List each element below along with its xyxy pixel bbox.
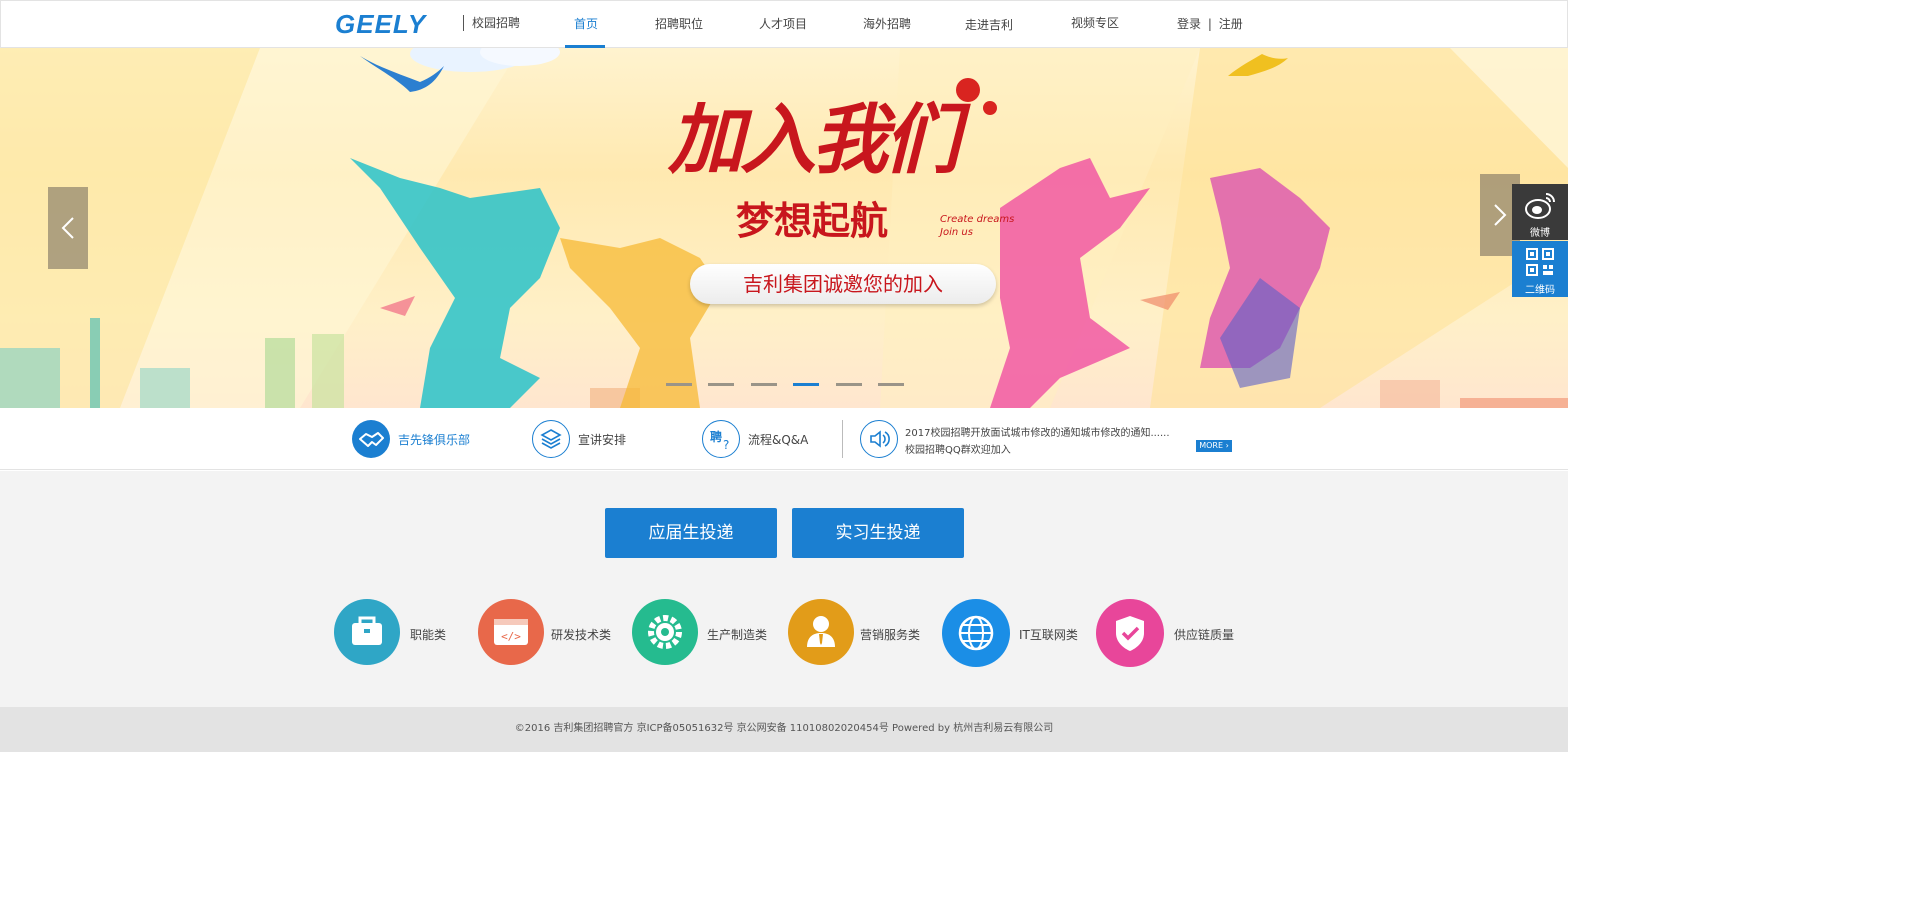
briefcase-icon: [334, 599, 400, 665]
slide-dot-active[interactable]: [793, 383, 819, 386]
register-link[interactable]: 注册: [1219, 17, 1243, 31]
hero-banner[interactable]: 加入我们 梦想起航 Create dreams Join us 吉利集团诚邀您的…: [0, 48, 1568, 408]
category-label: IT互联网类: [1019, 628, 1078, 642]
chevron-right-icon: [1494, 204, 1507, 226]
login-link[interactable]: 登录: [1177, 17, 1201, 31]
code-window-icon: </>: [478, 599, 544, 665]
weibo-label: 微博: [1530, 228, 1550, 239]
nav-about[interactable]: 走进吉利: [965, 16, 1013, 33]
handshake-icon: [352, 420, 390, 458]
category-label: 营销服务类: [860, 628, 921, 642]
slide-dot[interactable]: [836, 383, 862, 386]
banner-headline: 加入我们: [668, 95, 960, 184]
layers-icon: [532, 420, 570, 458]
logo-separator: [463, 15, 464, 31]
notice-item[interactable]: 校园招聘QQ群欢迎加入: [905, 441, 1011, 456]
category-label: 生产制造类: [707, 628, 768, 642]
slide-dot[interactable]: [708, 383, 734, 386]
qrcode-label: 二维码: [1525, 285, 1555, 296]
svg-text:?: ?: [723, 438, 729, 452]
geely-logo[interactable]: GEELY: [335, 11, 455, 37]
quick-bar-divider: [842, 420, 843, 458]
footer: ©2016 吉利集团招聘官方 京ICP备05051632号 京公网安备 1101…: [0, 707, 1568, 752]
globe-icon: [942, 599, 1010, 667]
nav-talent-programs[interactable]: 人才项目: [759, 15, 807, 32]
quick-links-bar: 吉先锋俱乐部 宣讲安排 聘? 流程&Q&A 2017校园招聘开放面试城市修改的通…: [0, 408, 1568, 470]
weibo-icon: [1525, 193, 1555, 219]
banner-subline: 梦想起航: [736, 198, 889, 243]
nav-overseas[interactable]: 海外招聘: [863, 15, 911, 32]
svg-text:</>: </>: [501, 630, 521, 643]
logo-subtitle: 校园招聘: [472, 16, 521, 30]
chevron-left-icon: [61, 217, 74, 239]
category-label: 职能类: [410, 628, 447, 642]
banner-english-line-1: Create dreams: [940, 214, 1015, 225]
top-header: GEELY 校园招聘 首页 招聘职位 人才项目 海外招聘 走进吉利 视频专区 登…: [0, 0, 1568, 49]
svg-text:聘: 聘: [710, 429, 722, 444]
intern-apply-button[interactable]: 实习生投递: [792, 508, 964, 558]
side-qrcode-button[interactable]: 二维码: [1512, 241, 1568, 297]
logo-text: GEELY: [335, 11, 428, 37]
quick-link-label: 流程&Q&A: [748, 433, 809, 447]
more-button[interactable]: MORE ›: [1196, 440, 1232, 452]
nav-home[interactable]: 首页: [574, 15, 598, 32]
quick-link-label: 吉先锋俱乐部: [398, 433, 471, 447]
auth-separator: |: [1207, 17, 1212, 31]
banner-english-line-2: Join us: [940, 227, 973, 238]
slide-dot[interactable]: [666, 383, 692, 386]
main-section: 应届生投递 实习生投递 职能类 </> 研发技术类 生产制造类 营销服务类 IT…: [0, 471, 1568, 707]
page-blank-area: [0, 752, 1568, 921]
graduate-apply-button[interactable]: 应届生投递: [605, 508, 777, 558]
more-label: MORE: [1199, 441, 1224, 450]
slide-dot[interactable]: [878, 383, 904, 386]
nav-jobs[interactable]: 招聘职位: [655, 15, 703, 32]
quick-link-label: 宣讲安排: [578, 433, 627, 447]
slide-dot[interactable]: [751, 383, 777, 386]
person-tie-icon: [788, 599, 854, 665]
side-weibo-button[interactable]: 微博: [1512, 184, 1568, 240]
speaker-icon: [860, 420, 898, 458]
banner-prev-button[interactable]: [48, 187, 88, 269]
nav-videos[interactable]: 视频专区: [1071, 14, 1119, 31]
notice-item[interactable]: 2017校园招聘开放面试城市修改的通知城市修改的通知......: [905, 424, 1170, 439]
category-label: 研发技术类: [551, 628, 612, 642]
shield-check-icon: [1096, 599, 1164, 667]
banner-slogan: 吉利集团诚邀您的加入: [690, 264, 996, 304]
hire-question-icon: 聘?: [702, 420, 740, 458]
qrcode-icon: [1526, 248, 1554, 276]
category-label: 供应链质量: [1174, 628, 1235, 642]
gear-icon: [632, 599, 698, 665]
auth-links: 登录 | 注册: [1177, 15, 1243, 32]
footer-text: ©2016 吉利集团招聘官方 京ICP备05051632号 京公网安备 1101…: [514, 723, 1054, 734]
